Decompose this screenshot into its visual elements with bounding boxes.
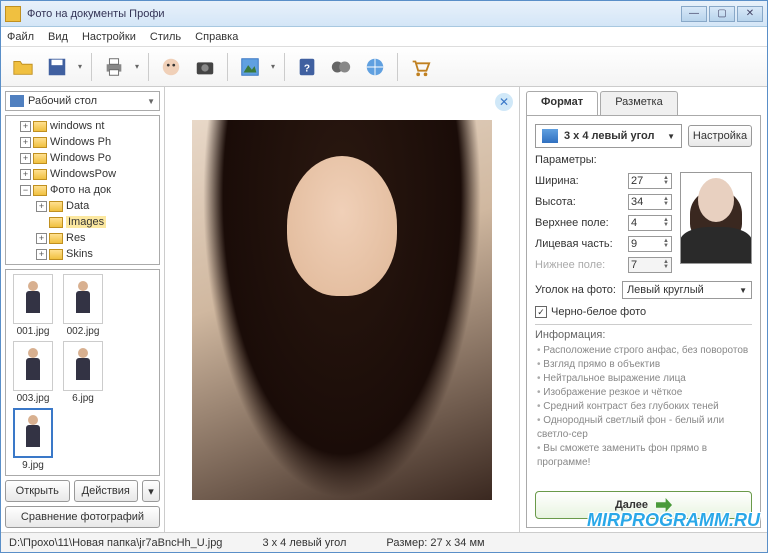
tree-item[interactable]: +Data xyxy=(8,198,157,214)
tree-item[interactable]: +Res xyxy=(8,230,157,246)
web-icon[interactable] xyxy=(359,51,391,83)
corner-label: Уголок на фото: xyxy=(535,284,616,296)
help-icon[interactable]: ? xyxy=(291,51,323,83)
statusbar: D:\Прохо\11\Новая папка\jr7aBncHh_U.jpg … xyxy=(1,532,767,552)
svg-text:?: ? xyxy=(304,63,310,74)
desktop-icon xyxy=(10,95,24,107)
thumbnail[interactable]: 9.jpg xyxy=(10,408,56,471)
info-list: Расположение строго анфас, без поворотов… xyxy=(535,344,752,470)
folder-selector[interactable]: Рабочий стол ▼ xyxy=(5,91,160,111)
info-item: Расположение строго анфас, без поворотов xyxy=(537,344,752,358)
actions-button[interactable]: Действия xyxy=(74,480,139,502)
info-item: Вы сможете заменить фон прямо в программ… xyxy=(537,442,752,470)
menu-style[interactable]: Стиль xyxy=(150,31,181,43)
right-panel: Формат Разметка 3 x 4 левый угол ▼ Настр… xyxy=(519,87,767,532)
status-path: D:\Прохо\11\Новая папка\jr7aBncHh_U.jpg xyxy=(9,537,222,549)
watermark: MIRPROGRAMM.RU xyxy=(587,510,760,531)
info-item: Взгляд прямо в объектив xyxy=(537,358,752,372)
folder-tree[interactable]: +windows nt+Windows Ph+Windows Po+Window… xyxy=(5,115,160,265)
tree-item[interactable]: +Skins xyxy=(8,246,157,262)
minimize-button[interactable]: — xyxy=(681,6,707,22)
menu-settings[interactable]: Настройки xyxy=(82,31,136,43)
height-label: Высота: xyxy=(535,196,628,208)
left-panel: Рабочий стол ▼ +windows nt+Windows Ph+Wi… xyxy=(1,87,165,532)
params-label: Параметры: xyxy=(535,154,752,166)
corner-select[interactable]: Левый круглый▼ xyxy=(622,281,752,299)
width-label: Ширина: xyxy=(535,175,628,187)
thumbnail-grid: 001.jpg002.jpg003.jpg6.jpg9.jpg xyxy=(5,269,160,476)
format-name: 3 x 4 левый угол xyxy=(564,130,654,142)
info-item: Однородный светлый фон - белый или светл… xyxy=(537,414,752,442)
format-selector[interactable]: 3 x 4 левый угол ▼ xyxy=(535,124,682,148)
cart-icon[interactable] xyxy=(404,51,436,83)
status-format: 3 x 4 левый угол xyxy=(262,537,346,549)
save-icon[interactable] xyxy=(41,51,73,83)
info-item: Нейтральное выражение лица xyxy=(537,372,752,386)
retouch-icon[interactable] xyxy=(155,51,187,83)
camera-icon[interactable] xyxy=(189,51,221,83)
top-label: Верхнее поле: xyxy=(535,217,628,229)
photo-icon[interactable] xyxy=(234,51,266,83)
tree-item[interactable]: +WindowsPow xyxy=(8,166,157,182)
actions-dropdown[interactable]: ▾ xyxy=(142,480,160,502)
open-button[interactable]: Открыть xyxy=(5,480,70,502)
info-header: Информация: xyxy=(535,329,752,341)
window-title: Фото на документы Профи xyxy=(27,8,681,20)
compare-button[interactable]: Сравнение фотографий xyxy=(5,506,160,528)
close-preview-icon[interactable]: ✕ xyxy=(495,93,513,111)
print-dropdown[interactable]: ▾ xyxy=(132,62,142,71)
app-icon xyxy=(5,6,21,22)
height-input[interactable]: 34▲▼ xyxy=(628,194,672,210)
tree-item[interactable]: +Windows Po xyxy=(8,150,157,166)
menu-file[interactable]: Файл xyxy=(7,31,34,43)
close-button[interactable]: ✕ xyxy=(737,6,763,22)
video-icon[interactable] xyxy=(325,51,357,83)
status-size: Размер: 27 x 34 мм xyxy=(386,537,484,549)
bw-checkbox[interactable]: ✓Черно-белое фото xyxy=(535,306,752,318)
settings-button[interactable]: Настройка xyxy=(688,125,752,147)
thumbnail[interactable]: 003.jpg xyxy=(10,341,56,404)
print-icon[interactable] xyxy=(98,51,130,83)
menu-view[interactable]: Вид xyxy=(48,31,68,43)
format-icon xyxy=(542,129,558,143)
bottom-label: Нижнее поле: xyxy=(535,259,628,271)
toolbar: ▾ ▾ ▾ ? xyxy=(1,47,767,87)
thumbnail[interactable]: 002.jpg xyxy=(60,274,106,337)
top-input[interactable]: 4▲▼ xyxy=(628,215,672,231)
menubar: Файл Вид Настройки Стиль Справка xyxy=(1,27,767,47)
info-item: Средний контраст без глубоких теней xyxy=(537,400,752,414)
menu-help[interactable]: Справка xyxy=(195,31,238,43)
width-input[interactable]: 27▲▼ xyxy=(628,173,672,189)
tree-item[interactable]: +windows nt xyxy=(8,118,157,134)
app-window: Фото на документы Профи — ▢ ✕ Файл Вид Н… xyxy=(0,0,768,553)
preview-area: ✕ xyxy=(165,87,519,532)
sample-photo xyxy=(680,172,752,264)
save-dropdown[interactable]: ▾ xyxy=(75,62,85,71)
tree-item[interactable]: +Windows Ph xyxy=(8,134,157,150)
info-item: Изображение резкое и чёткое xyxy=(537,386,752,400)
photo-dropdown[interactable]: ▾ xyxy=(268,62,278,71)
folder-selector-label: Рабочий стол xyxy=(28,95,97,107)
tab-format[interactable]: Формат xyxy=(526,91,598,115)
open-icon[interactable] xyxy=(7,51,39,83)
bottom-input: 7▲▼ xyxy=(628,257,672,273)
photo-preview[interactable] xyxy=(192,120,492,500)
tree-item[interactable]: −Фото на док xyxy=(8,182,157,198)
maximize-button[interactable]: ▢ xyxy=(709,6,735,22)
thumbnail[interactable]: 6.jpg xyxy=(60,341,106,404)
face-label: Лицевая часть: xyxy=(535,238,628,250)
tree-item[interactable]: Template xyxy=(8,262,157,265)
titlebar[interactable]: Фото на документы Профи — ▢ ✕ xyxy=(1,1,767,27)
tree-item[interactable]: Images xyxy=(8,214,157,230)
thumbnail[interactable]: 001.jpg xyxy=(10,274,56,337)
tab-layout[interactable]: Разметка xyxy=(600,91,678,115)
face-input[interactable]: 9▲▼ xyxy=(628,236,672,252)
